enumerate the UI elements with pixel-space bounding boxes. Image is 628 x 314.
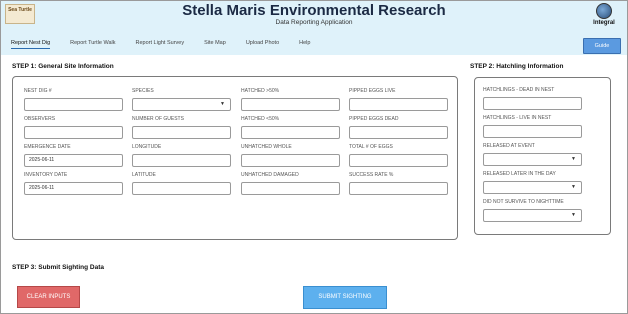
field-hatched-lt50: HATCHED <50%	[241, 116, 340, 139]
field-did-not-survive: DID NOT SURVIVE TO NIGHTTIME ▼	[483, 199, 582, 222]
field-label: PIPPED EGGS DEAD	[349, 116, 399, 122]
emergence-date-input[interactable]: 2025-06-11	[24, 154, 123, 167]
pipped-dead-input[interactable]	[349, 126, 448, 139]
species-select[interactable]: ▼	[132, 98, 231, 111]
dead-in-nest-input[interactable]	[483, 97, 582, 110]
field-label: HATCHED <50%	[241, 116, 280, 122]
chevron-down-icon: ▼	[571, 156, 576, 162]
field-total-eggs: TOTAL # OF EGGS	[349, 144, 448, 167]
field-label: EMERGENCE DATE	[24, 144, 71, 150]
field-label: PIPPED EGGS LIVE	[349, 88, 396, 94]
live-in-nest-input[interactable]	[483, 125, 582, 138]
app-header: Sea Turtle Stella Maris Environmental Re…	[1, 1, 627, 55]
submit-sighting-button[interactable]: SUBMIT SIGHTING	[303, 286, 387, 309]
pipped-live-input[interactable]	[349, 98, 448, 111]
field-longitude: LONGITUDE	[132, 144, 231, 167]
field-inventory-date: INVENTORY DATE 2025-06-11	[24, 172, 123, 195]
field-latitude: LATITUDE	[132, 172, 231, 195]
did-not-survive-select[interactable]: ▼	[483, 209, 582, 222]
field-pipped-live: PIPPED EGGS LIVE	[349, 88, 448, 111]
clear-inputs-button[interactable]: CLEAR INPUTS	[17, 286, 80, 308]
field-emergence-date: EMERGENCE DATE 2025-06-11	[24, 144, 123, 167]
field-live-in-nest: HATCHLINGS - LIVE IN NEST	[483, 115, 582, 138]
field-label: NEST DIG #	[24, 88, 52, 94]
step2-title: STEP 2: Hatchling Information	[470, 63, 564, 70]
integral-logo-label: Integral	[593, 20, 615, 26]
field-guests: NUMBER OF GUESTS	[132, 116, 231, 139]
step1-panel: NEST DIG # SPECIES ▼ HATCHED >50% PIPPED…	[12, 76, 458, 240]
field-label: HATCHED >50%	[241, 88, 280, 94]
app-title: Stella Maris Environmental Research	[182, 2, 446, 19]
chevron-down-icon: ▼	[571, 184, 576, 190]
field-label: DID NOT SURVIVE TO NIGHTTIME	[483, 199, 564, 205]
total-eggs-input[interactable]	[349, 154, 448, 167]
integral-logo: Integral	[587, 3, 621, 35]
field-observers: OBSERVERS	[24, 116, 123, 139]
tab-help[interactable]: Help	[299, 39, 310, 49]
step3-title: STEP 3: Submit Sighting Data	[12, 264, 104, 271]
tab-report-turtle-walk[interactable]: Report Turtle Walk	[70, 39, 115, 49]
field-label: SUCCESS RATE %	[349, 172, 394, 178]
field-label: UNHATCHED WHOLE	[241, 144, 292, 150]
app-subtitle: Data Reporting Application	[275, 19, 353, 26]
guests-input[interactable]	[132, 126, 231, 139]
field-released-at-event: RELEASED AT EVENT ▼	[483, 143, 582, 166]
field-label: RELEASED LATER IN THE DAY	[483, 171, 556, 177]
field-unhatched-whole: UNHATCHED WHOLE	[241, 144, 340, 167]
success-rate-input[interactable]	[349, 182, 448, 195]
globe-icon	[596, 3, 612, 19]
field-label: UNHATCHED DAMAGED	[241, 172, 299, 178]
chevron-down-icon: ▼	[571, 212, 576, 218]
field-label: INVENTORY DATE	[24, 172, 68, 178]
field-label: NUMBER OF GUESTS	[132, 116, 184, 122]
step2-panel: HATCHLINGS - DEAD IN NEST HATCHLINGS - L…	[474, 77, 611, 235]
tab-upload-photo[interactable]: Upload Photo	[246, 39, 279, 49]
field-label: OBSERVERS	[24, 116, 56, 122]
tab-report-nest-dig[interactable]: Report Nest Dig	[11, 39, 51, 49]
nav-tabs: Report Nest Dig Report Turtle Walk Repor…	[11, 39, 330, 49]
inventory-date-input[interactable]: 2025-06-11	[24, 182, 123, 195]
guide-button[interactable]: Guide	[583, 38, 621, 54]
field-label: HATCHLINGS - LIVE IN NEST	[483, 115, 552, 121]
field-success-rate: SUCCESS RATE %	[349, 172, 448, 195]
longitude-input[interactable]	[132, 154, 231, 167]
field-label: RELEASED AT EVENT	[483, 143, 535, 149]
latitude-input[interactable]	[132, 182, 231, 195]
released-later-select[interactable]: ▼	[483, 181, 582, 194]
field-pipped-dead: PIPPED EGGS DEAD	[349, 116, 448, 139]
hatched-lt50-input[interactable]	[241, 126, 340, 139]
field-dead-in-nest: HATCHLINGS - DEAD IN NEST	[483, 87, 582, 110]
hatched-gt50-input[interactable]	[241, 98, 340, 111]
unhatched-damaged-input[interactable]	[241, 182, 340, 195]
step1-title: STEP 1: General Site Information	[12, 63, 114, 70]
field-nest-dig: NEST DIG #	[24, 88, 123, 111]
nest-dig-input[interactable]	[24, 98, 123, 111]
field-hatched-gt50: HATCHED >50%	[241, 88, 340, 111]
tab-site-map[interactable]: Site Map	[204, 39, 226, 49]
field-released-later: RELEASED LATER IN THE DAY ▼	[483, 171, 582, 194]
field-label: LATITUDE	[132, 172, 156, 178]
field-unhatched-damaged: UNHATCHED DAMAGED	[241, 172, 340, 195]
field-label: HATCHLINGS - DEAD IN NEST	[483, 87, 555, 93]
field-species: SPECIES ▼	[132, 88, 231, 111]
released-at-event-select[interactable]: ▼	[483, 153, 582, 166]
unhatched-whole-input[interactable]	[241, 154, 340, 167]
field-label: LONGITUDE	[132, 144, 162, 150]
field-label: TOTAL # OF EGGS	[349, 144, 393, 150]
tab-report-light-survey[interactable]: Report Light Survey	[135, 39, 184, 49]
chevron-down-icon: ▼	[220, 101, 225, 107]
field-label: SPECIES	[132, 88, 154, 94]
observers-input[interactable]	[24, 126, 123, 139]
